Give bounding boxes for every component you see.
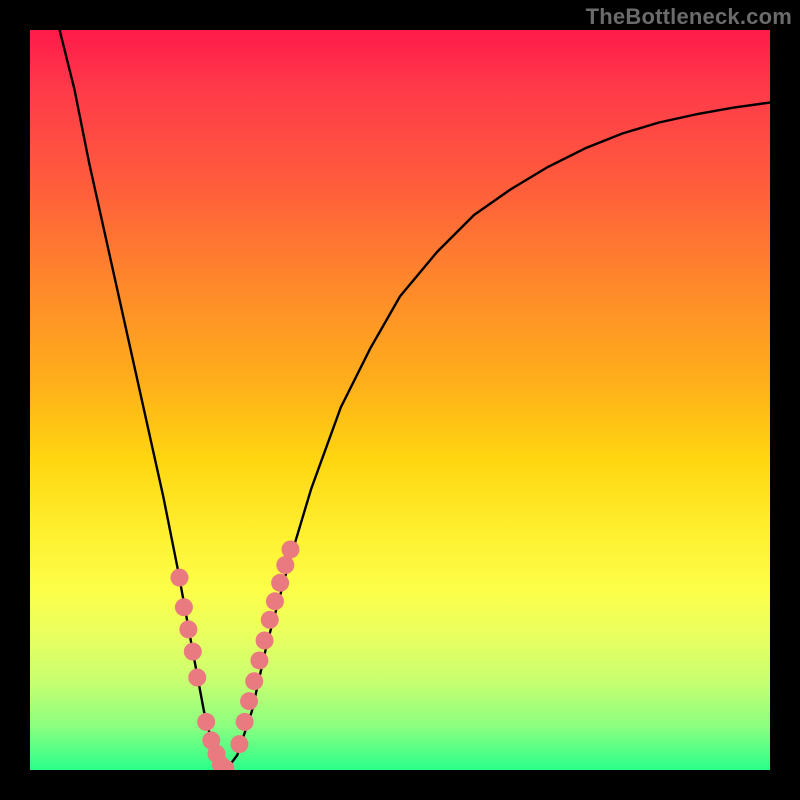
scatter-dot [179,620,197,638]
scatter-dot [230,735,248,753]
watermark-text: TheBottleneck.com [586,4,792,30]
scatter-dot [250,651,268,669]
plot-area [30,30,770,770]
scatter-dot [261,611,279,629]
scatter-dot [188,669,206,687]
scatter-dot [281,540,299,558]
scatter-dot [197,713,215,731]
chart-frame: TheBottleneck.com [0,0,800,800]
curve-line [60,30,770,770]
scatter-dot [271,574,289,592]
scatter-dot [236,713,254,731]
scatter-dot [240,692,258,710]
scatter-dot [256,632,274,650]
chart-svg [30,30,770,770]
scatter-dot [245,672,263,690]
scatter-dot [276,556,294,574]
scatter-points [170,540,299,770]
scatter-dot [184,643,202,661]
scatter-dot [170,569,188,587]
scatter-dot [266,592,284,610]
scatter-dot [175,598,193,616]
